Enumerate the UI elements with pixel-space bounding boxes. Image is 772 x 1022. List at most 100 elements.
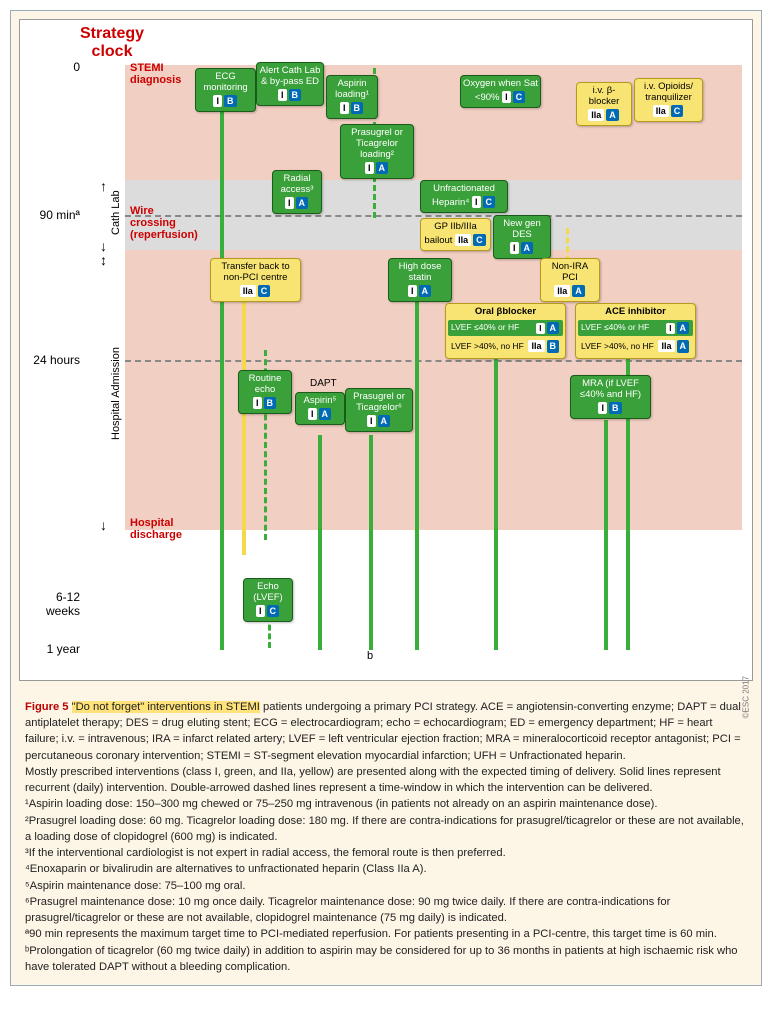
loe-badge: B bbox=[547, 340, 560, 352]
phase-cath: Cath Lab bbox=[110, 190, 122, 235]
footnote-3: ³If the interventional cardiologist is n… bbox=[25, 847, 506, 859]
footnote-5: ⁵Aspirin maintenance dose: 75–100 mg ora… bbox=[25, 880, 245, 892]
loe-badge: A bbox=[376, 162, 389, 174]
title-line2: clock bbox=[92, 43, 133, 60]
box-label: Echo (LVEF) bbox=[253, 581, 282, 603]
box-label: Prasugrel or Ticagrelor loading² bbox=[351, 127, 403, 160]
line-aspirin5 bbox=[318, 435, 322, 650]
box-ufh: Unfractionated Heparin⁴ IC bbox=[420, 180, 508, 213]
box-oxygen: Oxygen when Sat <90% IC bbox=[460, 75, 541, 108]
cond-label: LVEF ≤40% or HF bbox=[451, 323, 519, 333]
class-badge: IIa bbox=[240, 285, 256, 297]
arrow-icon: ↓ bbox=[100, 517, 107, 533]
box-label: Aspirin⁵ bbox=[304, 395, 337, 406]
box-opioids: i.v. Opioids/ tranquilizer IIaC bbox=[634, 78, 703, 122]
box-label: Prasugrel or Ticagrelor⁶ bbox=[353, 391, 405, 413]
copyright: ©ESC 2017 bbox=[741, 676, 750, 718]
class-badge: I bbox=[502, 91, 511, 103]
cond-row: LVEF >40%, no HFIIaA bbox=[578, 338, 693, 354]
class-badge: I bbox=[472, 196, 481, 208]
loe-badge: C bbox=[483, 196, 496, 208]
loe-badge: C bbox=[513, 91, 526, 103]
loe-badge: C bbox=[258, 285, 271, 297]
line-24h bbox=[125, 360, 742, 362]
box-oral-bblocker: Oral βblocker LVEF ≤40% or HFIA LVEF >40… bbox=[445, 303, 566, 359]
footnote-6: ⁶Prasugrel maintenance dose: 10 mg once … bbox=[25, 896, 670, 924]
loe-badge: C bbox=[473, 234, 486, 246]
strategy-clock-chart: Strategy clock 0 90 minª 24 hours 6-12 w… bbox=[19, 19, 753, 681]
loe-badge: A bbox=[378, 415, 391, 427]
label-wire: Wire crossing (reperfusion) bbox=[130, 205, 195, 241]
box-aspirin5: Aspirin⁵ IA bbox=[295, 392, 345, 425]
figure-caption: Figure 5 "Do not forget" interventions i… bbox=[11, 689, 761, 985]
class-badge: IIa bbox=[658, 340, 674, 352]
class-badge: IIa bbox=[588, 109, 604, 121]
box-label: ACE inhibitor bbox=[578, 307, 693, 318]
box-echo-lvef: Echo (LVEF) IC bbox=[243, 578, 293, 622]
box-label: MRA (if LVEF ≤40% and HF) bbox=[580, 378, 641, 400]
label-discharge: Hospital discharge bbox=[130, 517, 190, 541]
line-transfer bbox=[242, 295, 246, 555]
class-badge: IIa bbox=[554, 285, 570, 297]
line-mra bbox=[604, 420, 608, 650]
axis-24h: 24 hours bbox=[20, 353, 80, 367]
class-badge: I bbox=[536, 323, 544, 334]
class-badge: IIa bbox=[455, 234, 471, 246]
class-badge: I bbox=[408, 285, 417, 297]
class-badge: I bbox=[278, 89, 287, 101]
phase-hosp: Hospital Admission bbox=[110, 347, 122, 440]
line-pras6 bbox=[369, 435, 373, 650]
loe-badge: A bbox=[606, 109, 619, 121]
loe-badge: C bbox=[671, 105, 684, 117]
cond-row: LVEF >40%, no HFIIaB bbox=[448, 338, 563, 354]
title-line1: Strategy bbox=[80, 25, 144, 42]
box-label: Routine echo bbox=[249, 373, 282, 395]
box-label: High dose statin bbox=[399, 261, 442, 283]
axis-0: 0 bbox=[20, 60, 80, 74]
box-gp: GP IIb/IIIa bailout IIaC bbox=[420, 218, 491, 251]
class-badge: I bbox=[666, 323, 674, 334]
box-prasugrel6: Prasugrel or Ticagrelor⁶ IA bbox=[345, 388, 413, 432]
loe-badge: A bbox=[521, 242, 534, 254]
class-badge: I bbox=[598, 402, 607, 414]
box-mra: MRA (if LVEF ≤40% and HF) IB bbox=[570, 375, 651, 419]
box-label: Oral βblocker bbox=[448, 307, 563, 318]
loe-badge: A bbox=[296, 197, 309, 209]
box-iv-bblocker: i.v. β-blocker IIaA bbox=[576, 82, 632, 126]
box-label: Transfer back to non-PCI centre bbox=[221, 261, 289, 283]
box-radial: Radial access³ IA bbox=[272, 170, 322, 214]
box-label: Non-IRA PCI bbox=[552, 261, 588, 283]
class-badge: I bbox=[213, 95, 222, 107]
wire-crossing-line bbox=[125, 215, 742, 217]
dapt-label: DAPT bbox=[310, 378, 337, 389]
class-badge: IIa bbox=[653, 105, 669, 117]
class-badge: I bbox=[367, 415, 376, 427]
loe-badge: A bbox=[572, 285, 585, 297]
line-ecg bbox=[220, 105, 224, 650]
figure-container: Strategy clock 0 90 minª 24 hours 6-12 w… bbox=[10, 10, 762, 986]
footnote-2: ²Prasugrel loading dose: 60 mg. Ticagrel… bbox=[25, 815, 744, 843]
cond-label: LVEF ≤40% or HF bbox=[581, 323, 649, 333]
box-des: New gen DES IA bbox=[493, 215, 551, 259]
box-ace: ACE inhibitor LVEF ≤40% or HF IA LVEF >40… bbox=[575, 303, 696, 359]
class-badge: I bbox=[365, 162, 374, 174]
caption-highlight: "Do not forget" interventions in STEMI bbox=[72, 701, 260, 713]
loe-badge: A bbox=[677, 322, 690, 334]
loe-badge: B bbox=[351, 102, 364, 114]
class-badge: I bbox=[253, 397, 262, 409]
class-badge: I bbox=[256, 605, 265, 617]
class-badge: I bbox=[340, 102, 349, 114]
loe-badge: C bbox=[267, 605, 280, 617]
class-badge: I bbox=[308, 408, 317, 420]
box-statin: High dose statin IA bbox=[388, 258, 452, 302]
footnote-b-marker: b bbox=[367, 650, 373, 662]
box-label: ECG monitoring bbox=[203, 71, 247, 93]
line-statin bbox=[415, 298, 419, 650]
footnote-b: ᵇProlongation of ticagrelor (60 mg twice… bbox=[25, 945, 738, 973]
footnote-4: ⁴Enoxaparin or bivalirudin are alternati… bbox=[25, 863, 427, 875]
box-label: Radial access³ bbox=[281, 173, 314, 195]
box-transfer: Transfer back to non-PCI centre IIaC bbox=[210, 258, 301, 302]
axis-1y: 1 year bbox=[20, 642, 80, 656]
arrow-icon: ↕ bbox=[100, 252, 107, 268]
box-prasugrel-loading: Prasugrel or Ticagrelor loading² IA bbox=[340, 124, 414, 179]
